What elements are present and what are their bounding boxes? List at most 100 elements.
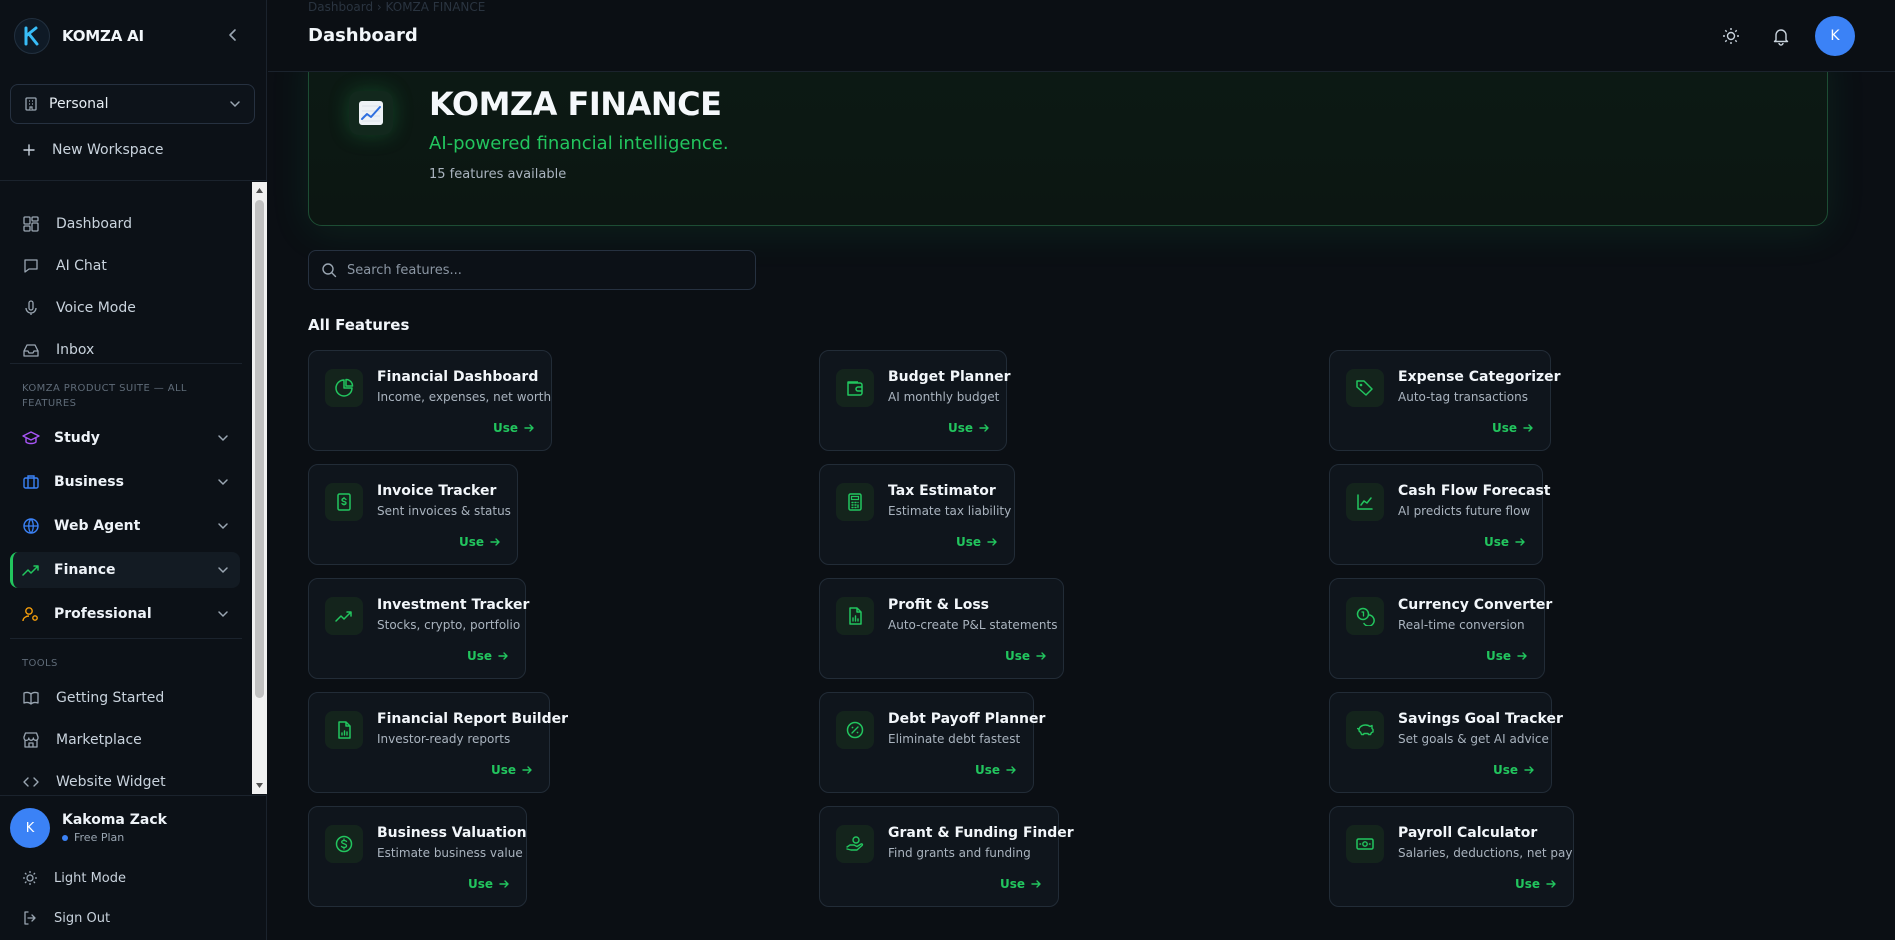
wallet-icon bbox=[847, 381, 863, 396]
hero-title: KOMZA FINANCE bbox=[429, 85, 722, 123]
use-label: Use bbox=[458, 535, 484, 549]
feature-description: Auto-create P&L statements bbox=[888, 618, 1058, 632]
feature-card-savings-goal-tracker[interactable]: Savings Goal Tracker Set goals & get AI … bbox=[1329, 692, 1563, 793]
chevron-down-icon bbox=[218, 523, 228, 530]
brand[interactable]: KOMZA AI bbox=[14, 17, 144, 55]
feature-icon bbox=[1346, 597, 1384, 635]
use-button[interactable]: Use bbox=[459, 535, 501, 549]
use-button[interactable]: Use bbox=[1484, 535, 1526, 549]
feature-icon bbox=[1346, 369, 1384, 407]
sun-icon bbox=[1723, 28, 1739, 44]
use-label: Use bbox=[955, 535, 981, 549]
nav-item-inbox[interactable]: Inbox bbox=[22, 339, 94, 361]
sidebar-scrollbar[interactable] bbox=[252, 182, 267, 794]
scroll-down-arrow-icon[interactable] bbox=[255, 781, 264, 790]
plan-label: Free Plan bbox=[74, 831, 125, 844]
use-button[interactable]: Use bbox=[493, 421, 535, 435]
arrow-right-icon bbox=[1524, 766, 1534, 774]
feature-description: Stocks, crypto, portfolio bbox=[377, 618, 521, 632]
category-label: Business bbox=[54, 474, 124, 490]
notifications-button[interactable] bbox=[1771, 26, 1791, 46]
feature-card-cash-flow-forecast[interactable]: Cash Flow Forecast AI predicts future fl… bbox=[1329, 464, 1550, 565]
page-title: Dashboard bbox=[308, 25, 418, 46]
arrow-right-icon bbox=[1546, 880, 1556, 888]
feature-description: Income, expenses, net worth bbox=[377, 390, 552, 404]
feature-card-investment-tracker[interactable]: Investment Tracker Stocks, crypto, portf… bbox=[308, 578, 530, 679]
category-business[interactable]: Business bbox=[10, 464, 240, 500]
category-professional[interactable]: Professional bbox=[10, 596, 240, 632]
workspace-select[interactable]: Personal bbox=[10, 84, 255, 124]
feature-title: Currency Converter bbox=[1398, 597, 1553, 613]
sidebar-scroll-area[interactable]: Dashboard AI Chat Voice Mode Inbox KOMZA… bbox=[0, 182, 252, 794]
feature-title: Cash Flow Forecast bbox=[1398, 483, 1551, 499]
feature-card-currency-converter[interactable]: Currency Converter Real-time conversion … bbox=[1329, 578, 1552, 679]
dollar-circle-icon bbox=[335, 835, 353, 853]
user-profile[interactable]: K Kakoma Zack Free Plan bbox=[10, 808, 167, 848]
use-label: Use bbox=[1485, 649, 1511, 663]
feature-card-debt-payoff-planner[interactable]: Debt Payoff Planner Eliminate debt faste… bbox=[819, 692, 1045, 793]
banknote-icon bbox=[1356, 838, 1374, 850]
new-workspace-button[interactable]: New Workspace bbox=[22, 140, 164, 160]
tool-website-widget[interactable]: Website Widget bbox=[22, 771, 166, 793]
category-web-agent[interactable]: Web Agent bbox=[10, 508, 240, 544]
use-button[interactable]: Use bbox=[1000, 877, 1042, 891]
tool-marketplace[interactable]: Marketplace bbox=[22, 729, 142, 751]
feature-card-grant-funding-finder[interactable]: Grant & Funding Finder Find grants and f… bbox=[819, 806, 1074, 907]
feature-title: Invoice Tracker bbox=[377, 483, 497, 499]
use-button[interactable]: Use bbox=[467, 649, 509, 663]
trending-up-icon bbox=[335, 611, 352, 622]
light-mode-button[interactable]: Light Mode bbox=[22, 868, 126, 888]
category-finance[interactable]: Finance bbox=[10, 552, 240, 588]
use-button[interactable]: Use bbox=[956, 535, 998, 549]
search-box[interactable] bbox=[308, 250, 756, 290]
nav-item-voice-mode[interactable]: Voice Mode bbox=[22, 297, 136, 319]
avatar[interactable]: K bbox=[1815, 16, 1855, 56]
feature-card-business-valuation[interactable]: Business Valuation Estimate business val… bbox=[308, 806, 527, 907]
feature-card-financial-report-builder[interactable]: Financial Report Builder Investor-ready … bbox=[308, 692, 568, 793]
tool-getting-started[interactable]: Getting Started bbox=[22, 687, 164, 709]
feature-description: Salaries, deductions, net pay bbox=[1398, 846, 1573, 860]
use-button[interactable]: Use bbox=[1493, 763, 1535, 777]
use-button[interactable]: Use bbox=[468, 877, 510, 891]
arrow-right-icon bbox=[1523, 424, 1533, 432]
feature-description: Find grants and funding bbox=[888, 846, 1031, 860]
theme-toggle-button[interactable] bbox=[1721, 26, 1741, 46]
feature-description: Set goals & get AI advice bbox=[1398, 732, 1549, 746]
search-input[interactable] bbox=[347, 262, 727, 278]
use-button[interactable]: Use bbox=[1486, 649, 1528, 663]
feature-description: AI monthly budget bbox=[888, 390, 1000, 404]
use-label: Use bbox=[999, 877, 1025, 891]
sign-out-button[interactable]: Sign Out bbox=[22, 908, 110, 928]
collapse-sidebar-button[interactable] bbox=[224, 26, 242, 44]
feature-card-expense-categorizer[interactable]: Expense Categorizer Auto-tag transaction… bbox=[1329, 350, 1561, 451]
briefcase-icon bbox=[23, 475, 39, 489]
use-button[interactable]: Use bbox=[1515, 877, 1557, 891]
feature-card-payroll-calculator[interactable]: Payroll Calculator Salaries, deductions,… bbox=[1329, 806, 1574, 907]
scrollbar-thumb[interactable] bbox=[255, 200, 264, 698]
feature-card-tax-estimator[interactable]: Tax Estimator Estimate tax liability Use bbox=[819, 464, 1015, 565]
arrow-right-icon bbox=[1036, 652, 1046, 660]
search-icon bbox=[322, 263, 337, 278]
feature-title: Business Valuation bbox=[377, 825, 527, 841]
feature-card-invoice-tracker[interactable]: Invoice Tracker Sent invoices & status U… bbox=[308, 464, 518, 565]
use-button[interactable]: Use bbox=[1005, 649, 1047, 663]
feature-card-budget-planner[interactable]: Budget Planner AI monthly budget Use bbox=[819, 350, 1011, 451]
feature-title: Investment Tracker bbox=[377, 597, 530, 613]
globe-icon bbox=[23, 518, 39, 534]
category-study[interactable]: Study bbox=[10, 420, 240, 456]
feature-card-profit-and-loss[interactable]: Profit & Loss Auto-create P&L statements… bbox=[819, 578, 1064, 679]
suite-caption-line: KOMZA PRODUCT SUITE — ALL bbox=[22, 383, 187, 394]
feature-card-financial-dashboard[interactable]: Financial Dashboard Income, expenses, ne… bbox=[308, 350, 552, 451]
scroll-up-arrow-icon[interactable] bbox=[255, 186, 264, 195]
use-button[interactable]: Use bbox=[491, 763, 533, 777]
use-button[interactable]: Use bbox=[1492, 421, 1534, 435]
nav-item-dashboard[interactable]: Dashboard bbox=[22, 213, 132, 235]
feature-icon bbox=[836, 711, 874, 749]
light-mode-label: Light Mode bbox=[54, 870, 126, 886]
use-button[interactable]: Use bbox=[975, 763, 1017, 777]
use-label: Use bbox=[947, 421, 973, 435]
file-report-icon bbox=[338, 721, 351, 739]
use-button[interactable]: Use bbox=[948, 421, 990, 435]
user-name: Kakoma Zack bbox=[62, 812, 167, 828]
nav-item-ai-chat[interactable]: AI Chat bbox=[22, 255, 107, 277]
